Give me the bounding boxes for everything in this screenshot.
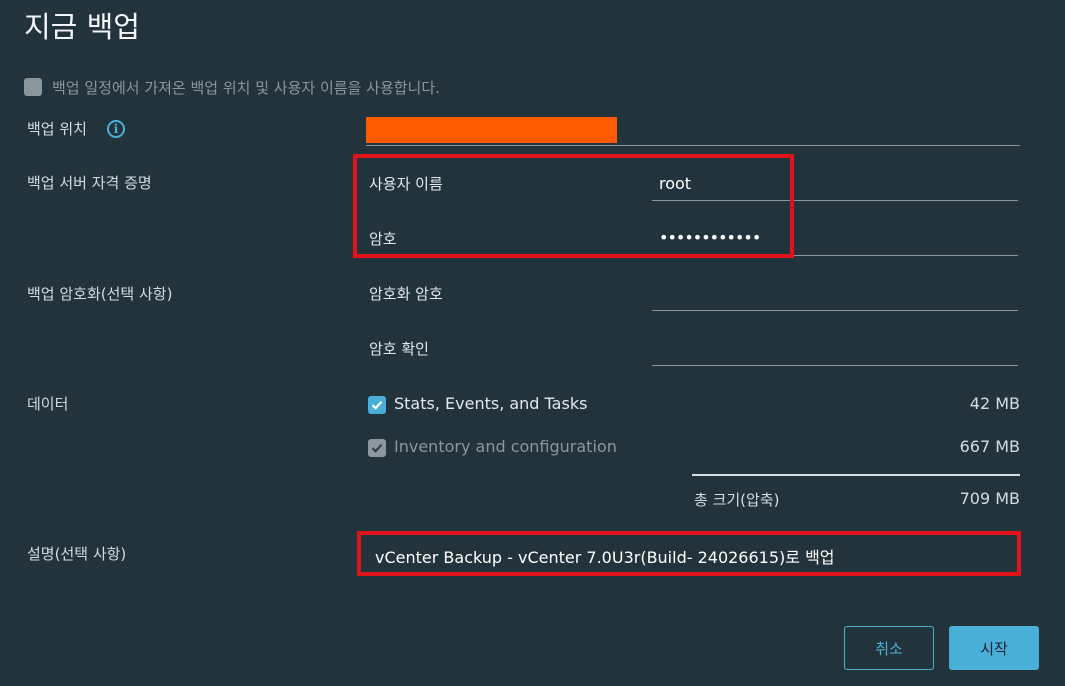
- description-label: 설명(선택 사항): [27, 545, 127, 563]
- use-schedule-label: 백업 일정에서 가져온 백업 위치 및 사용자 이름을 사용합니다.: [52, 79, 440, 97]
- encryption-confirm-input[interactable]: [652, 365, 1018, 366]
- inventory-configuration-checkbox[interactable]: [368, 439, 386, 457]
- backup-location-input[interactable]: [366, 145, 1020, 146]
- stats-events-tasks-label: Stats, Events, and Tasks: [394, 394, 588, 413]
- encryption-password-label: 암호화 암호: [369, 285, 443, 303]
- description-input[interactable]: vCenter Backup - vCenter 7.0U3r(Build- 2…: [375, 544, 835, 568]
- checkmark-icon: [371, 401, 383, 410]
- info-icon[interactable]: i: [107, 120, 125, 138]
- total-size-value: 709 MB: [959, 489, 1020, 508]
- cancel-button[interactable]: 취소: [844, 626, 934, 670]
- total-divider: [692, 474, 1020, 476]
- credentials-highlight-box: [353, 154, 794, 258]
- inventory-configuration-size: 667 MB: [959, 437, 1020, 456]
- stats-events-tasks-size: 42 MB: [969, 394, 1020, 413]
- stats-events-tasks-checkbox[interactable]: [368, 396, 386, 414]
- inventory-configuration-label: Inventory and configuration: [394, 437, 617, 456]
- total-size-label: 총 크기(압축): [694, 491, 780, 509]
- data-label: 데이터: [27, 395, 69, 413]
- backup-location-label: 백업 위치: [27, 120, 87, 138]
- checkmark-icon: [371, 444, 383, 453]
- dialog-title: 지금 백업: [24, 10, 140, 44]
- start-button[interactable]: 시작: [949, 626, 1039, 670]
- credentials-label: 백업 서버 자격 증명: [27, 174, 152, 192]
- redacted-location-value: [366, 117, 617, 143]
- encryption-label: 백업 암호화(선택 사항): [27, 285, 173, 303]
- encryption-password-input[interactable]: [652, 310, 1018, 311]
- use-schedule-checkbox[interactable]: [24, 78, 42, 96]
- encryption-confirm-label: 암호 확인: [369, 340, 429, 358]
